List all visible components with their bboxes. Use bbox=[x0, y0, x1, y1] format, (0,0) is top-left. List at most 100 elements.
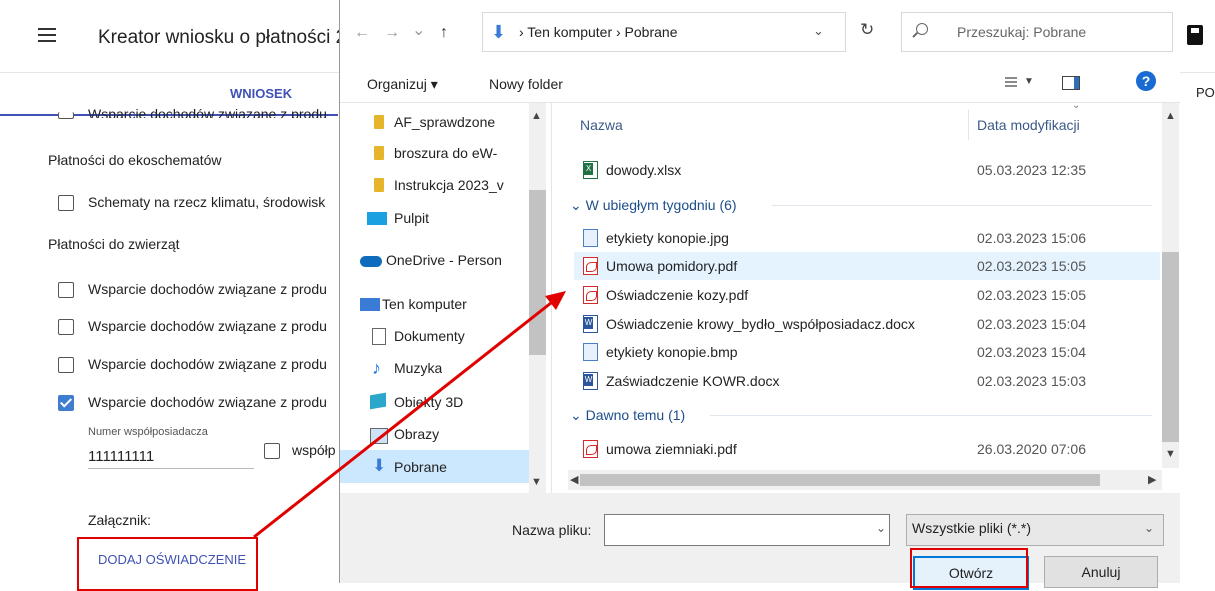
tab-partial[interactable]: PO bbox=[1196, 85, 1215, 100]
computer-icon bbox=[360, 298, 380, 311]
cancel-button[interactable]: Anuluj bbox=[1044, 556, 1158, 588]
scroll-up-icon[interactable]: ▲ bbox=[1165, 110, 1176, 122]
scroll-down-icon[interactable]: ▼ bbox=[1165, 448, 1176, 460]
checkbox-animal-3[interactable] bbox=[58, 357, 74, 373]
preview-pane-icon[interactable] bbox=[1062, 76, 1080, 90]
address-bar[interactable]: ⬇ › Ten komputer › Pobrane ⌄ bbox=[482, 12, 846, 52]
word-file-icon bbox=[583, 315, 598, 333]
scroll-up-icon[interactable]: ▲ bbox=[531, 110, 542, 122]
tab-wniosek[interactable]: WNIOSEK bbox=[230, 86, 292, 101]
coowner-checkbox[interactable] bbox=[264, 443, 280, 459]
sidebar-item-muzyka[interactable]: Muzyka bbox=[394, 360, 442, 376]
filename-input[interactable] bbox=[604, 514, 890, 546]
sidebar-item-onedrive[interactable]: OneDrive - Person bbox=[386, 252, 526, 268]
file-date: 02.03.2023 15:04 bbox=[977, 316, 1086, 332]
animal-row-label-1: Wsparcie dochodów związane z produ bbox=[88, 281, 327, 297]
download-icon: ⬇ bbox=[491, 22, 507, 42]
file-list-scroll-thumb[interactable] bbox=[1162, 252, 1179, 442]
sidebar-item-pulpit[interactable]: Pulpit bbox=[394, 210, 429, 226]
horizontal-scroll-thumb[interactable] bbox=[580, 474, 1100, 486]
search-input[interactable]: Przeszukaj: Pobrane bbox=[901, 12, 1173, 52]
chevron-down-icon[interactable]: ⌄ bbox=[876, 521, 886, 535]
menu-icon[interactable] bbox=[38, 28, 56, 42]
breadcrumb[interactable]: › Ten komputer › Pobrane bbox=[519, 24, 678, 40]
sort-indicator-icon: ⌄ bbox=[1072, 100, 1081, 111]
folder-icon bbox=[374, 178, 384, 192]
group-header-long-ago[interactable]: ⌄ Dawno temu (1) bbox=[570, 407, 685, 424]
download-icon: ⬇ bbox=[372, 456, 387, 475]
desktop-icon bbox=[367, 212, 387, 225]
checkbox-eko[interactable] bbox=[58, 195, 74, 211]
file-name[interactable]: etykiety konopie.bmp bbox=[606, 344, 738, 360]
attachment-label: Załącznik: bbox=[88, 512, 152, 528]
file-date: 02.03.2023 15:05 bbox=[977, 258, 1086, 274]
nav-scroll-thumb[interactable] bbox=[529, 190, 546, 355]
file-name[interactable]: Zaświadczenie KOWR.docx bbox=[606, 373, 780, 389]
file-name[interactable]: umowa ziemniaki.pdf bbox=[606, 441, 737, 457]
section-eko: Płatności do ekoschematów bbox=[48, 152, 222, 168]
back-arrow-icon[interactable]: ← bbox=[354, 24, 370, 42]
group-label: Dawno temu (1) bbox=[585, 407, 686, 423]
file-date: 02.03.2023 15:03 bbox=[977, 373, 1086, 389]
save-icon[interactable] bbox=[1187, 25, 1203, 45]
music-icon: ♪ bbox=[372, 358, 381, 378]
dialog-navbar: ← → ⌄ ↑ ⬇ › Ten komputer › Pobrane ⌄ ↻ P… bbox=[340, 0, 1180, 62]
checkbox-animal-1[interactable] bbox=[58, 282, 74, 298]
search-placeholder: Przeszukaj: Pobrane bbox=[957, 24, 1087, 40]
sidebar-item-af[interactable]: AF_sprawdzone bbox=[394, 114, 526, 130]
file-name[interactable]: Oświadczenie krowy_bydło_współposiadacz.… bbox=[606, 316, 915, 332]
animal-row-label-4: Wsparcie dochodów związane z produ bbox=[88, 394, 327, 410]
sidebar-item-obrazy[interactable]: Obrazy bbox=[394, 426, 439, 442]
column-header-name[interactable]: Nazwa bbox=[580, 117, 623, 133]
recent-chevron-icon[interactable]: ⌄ bbox=[412, 20, 425, 40]
coowner-underline bbox=[88, 468, 254, 469]
file-date: 02.03.2023 15:06 bbox=[977, 230, 1086, 246]
help-icon[interactable]: ? bbox=[1136, 71, 1156, 91]
chevron-down-icon[interactable]: ⌄ bbox=[1144, 521, 1154, 535]
scroll-down-icon[interactable]: ▼ bbox=[531, 476, 542, 488]
checkbox-animal-4[interactable] bbox=[58, 395, 74, 411]
open-file-dialog: ← → ⌄ ↑ ⬇ › Ten komputer › Pobrane ⌄ ↻ P… bbox=[339, 0, 1180, 590]
sidebar-item-obiekty[interactable]: Obiekty 3D bbox=[394, 394, 463, 410]
scroll-right-icon[interactable]: ▶ bbox=[1148, 473, 1156, 486]
file-date: 05.03.2023 12:35 bbox=[977, 162, 1086, 178]
checkbox-cut[interactable] bbox=[58, 112, 74, 119]
file-name[interactable]: Umowa pomidory.pdf bbox=[606, 258, 737, 274]
file-name[interactable]: etykiety konopie.jpg bbox=[606, 230, 729, 246]
coowner-field[interactable]: 111111111 bbox=[88, 448, 154, 465]
sidebar-item-dokumenty[interactable]: Dokumenty bbox=[394, 328, 465, 344]
scroll-left-icon[interactable]: ◀ bbox=[570, 473, 578, 486]
organize-button[interactable]: Organizuj ▾ bbox=[367, 76, 438, 93]
refresh-icon[interactable]: ↻ bbox=[860, 20, 874, 40]
annotation-box-open bbox=[910, 548, 1028, 588]
column-header-date[interactable]: Data modyfikacji bbox=[977, 117, 1080, 133]
app-title: Kreator wniosku o płatności 2 bbox=[98, 27, 347, 48]
image-file-icon bbox=[583, 343, 598, 361]
up-arrow-icon[interactable]: ↑ bbox=[440, 24, 448, 42]
group-label: W ubiegłym tygodniu (6) bbox=[585, 197, 737, 213]
file-name[interactable]: dowody.xlsx bbox=[606, 162, 681, 178]
sidebar-item-broszura[interactable]: broszura do eW- bbox=[394, 145, 526, 161]
sidebar-item-pobrane[interactable]: Pobrane bbox=[394, 459, 447, 475]
chevron-down-icon[interactable]: ▼ bbox=[1024, 76, 1034, 87]
chevron-down-icon[interactable]: ⌄ bbox=[813, 23, 824, 39]
view-options-icon[interactable] bbox=[1005, 77, 1017, 89]
forward-arrow-icon[interactable]: → bbox=[384, 24, 400, 42]
sidebar-item-instrukcja[interactable]: Instrukcja 2023_v bbox=[394, 177, 526, 193]
search-icon bbox=[916, 23, 928, 35]
file-date: 26.03.2020 07:06 bbox=[977, 441, 1086, 457]
image-file-icon bbox=[583, 229, 598, 247]
new-folder-button[interactable]: Nowy folder bbox=[489, 76, 563, 92]
cube-icon bbox=[370, 392, 386, 410]
group-divider bbox=[710, 415, 1152, 416]
sidebar-item-ten-komputer[interactable]: Ten komputer bbox=[382, 296, 467, 312]
word-file-icon bbox=[583, 372, 598, 390]
dialog-toolbar: Organizuj ▾ Nowy folder ▼ ? bbox=[340, 62, 1180, 103]
checkbox-animal-2[interactable] bbox=[58, 319, 74, 335]
column-separator[interactable] bbox=[968, 110, 969, 140]
chevron-down-icon: ⌄ bbox=[570, 197, 586, 213]
file-name[interactable]: Oświadczenie kozy.pdf bbox=[606, 287, 748, 303]
coowner-label: Numer współposiadacza bbox=[88, 426, 208, 438]
pictures-icon bbox=[370, 428, 388, 444]
group-header-last-week[interactable]: ⌄ W ubiegłym tygodniu (6) bbox=[570, 197, 737, 214]
